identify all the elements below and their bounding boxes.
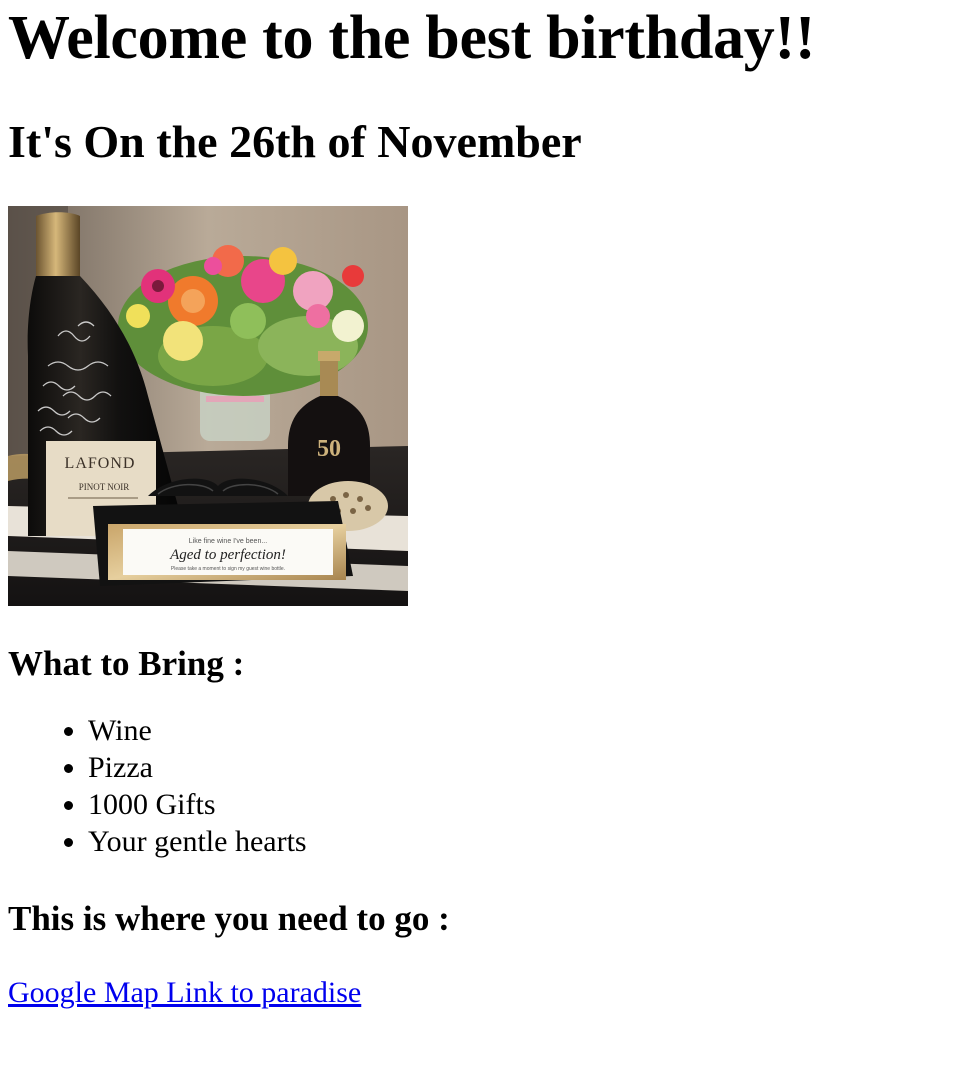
bring-list-item: 1000 Gifts [88,786,966,823]
page-content: Welcome to the best birthday!! It's On t… [0,0,974,1011]
where-heading: This is where you need to go : [8,899,450,938]
sign-bottom-line: Please take a moment to sign my guest wi… [171,566,285,572]
page-title: Welcome to the best birthday!! [8,4,816,72]
bring-list-item: Your gentle hearts [88,823,966,860]
bring-list: Wine Pizza 1000 Gifts Your gentle hearts [8,712,966,860]
date-heading: It's On the 26th of November [8,116,582,167]
sign-main-line: Aged to perfection! [169,547,286,563]
small-bottle-label: 50 [317,436,341,462]
bring-heading: What to Bring : [8,644,245,683]
bottle-label-variety: PINOT NOIR [79,482,130,492]
birthday-photo-illustration: 50 LAFOND PINOT NOIR Like fine wine I've… [8,206,408,606]
sign-top-line: Like fine wine I've been... [189,538,267,545]
google-map-link[interactable]: Google Map Link to paradise [8,975,361,1011]
bring-list-item: Wine [88,712,966,749]
bring-list-item: Pizza [88,749,966,786]
birthday-photo: 50 LAFOND PINOT NOIR Like fine wine I've… [8,206,408,606]
bottle-label-brand: LAFOND [65,455,136,472]
